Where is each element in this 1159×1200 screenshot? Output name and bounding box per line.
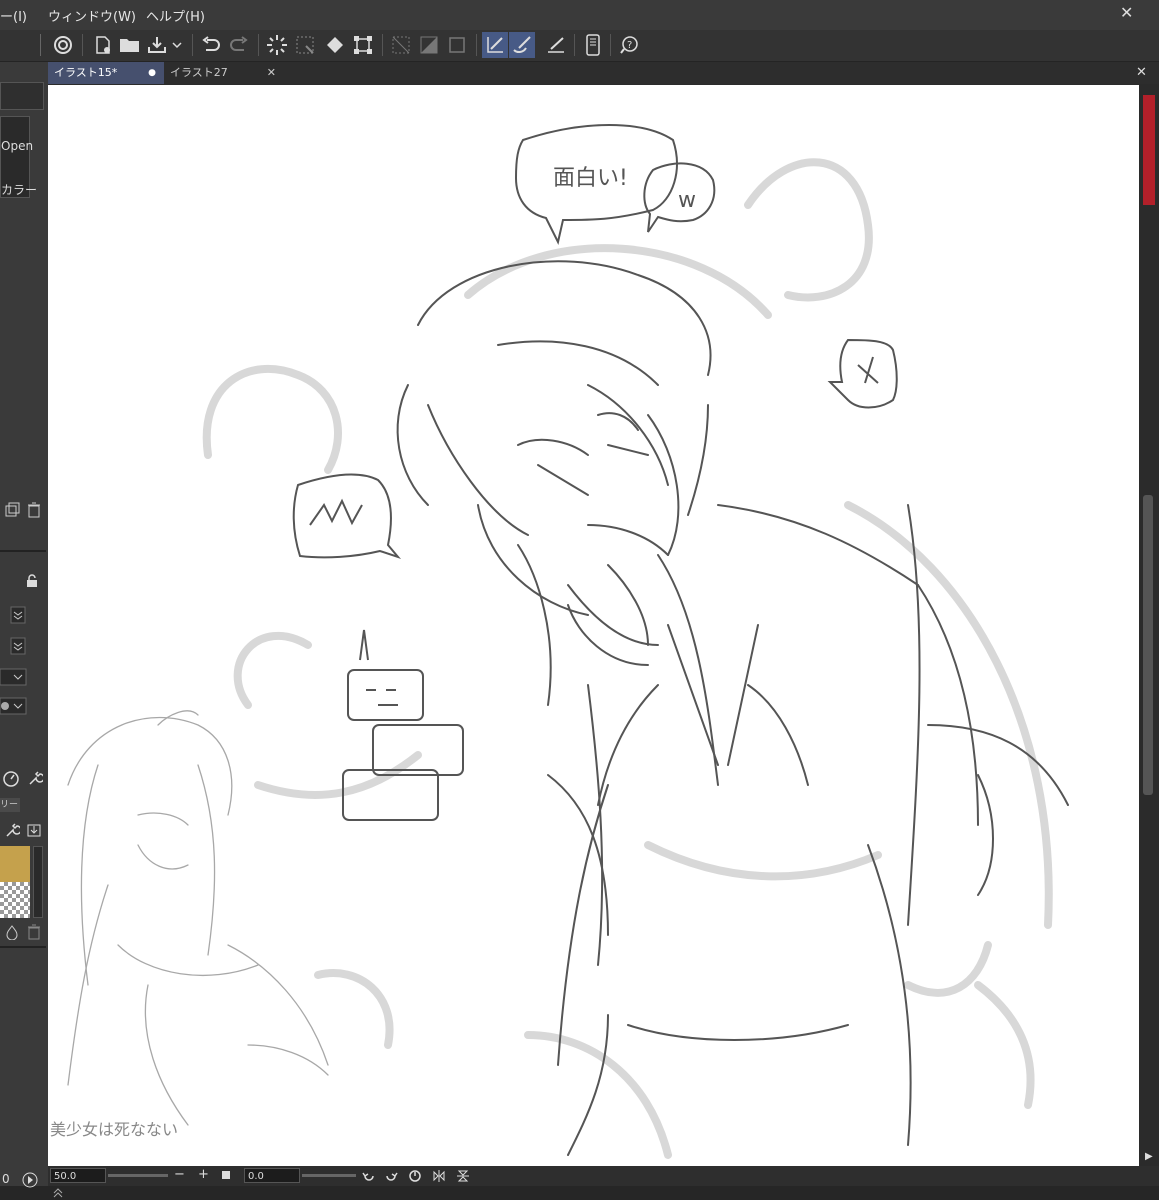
fit-button[interactable] <box>222 1171 230 1179</box>
transform-icon[interactable] <box>350 32 376 58</box>
sub-tool-header[interactable] <box>0 82 44 110</box>
toolbar-separator <box>82 34 83 56</box>
zoom-in-button[interactable]: + <box>198 1167 209 1182</box>
wrench-icon[interactable] <box>27 770 43 786</box>
toolbar-separator <box>574 34 575 56</box>
bottom-strip: 0 <box>0 1172 1159 1200</box>
clear-icon[interactable] <box>264 32 290 58</box>
tab-close-button[interactable]: ✕ <box>267 62 276 84</box>
drop-icon[interactable] <box>4 924 20 940</box>
wrench-icon[interactable] <box>4 822 20 838</box>
left-panel: Open カラー リー <box>0 62 48 1200</box>
menu-bar: ー(I) ウィンドウ(W) ヘルプ(H) ✕ <box>0 0 1159 30</box>
save-icon[interactable] <box>144 32 170 58</box>
flip-horizontal-icon[interactable] <box>432 1169 446 1183</box>
modified-dot-icon: ● <box>148 68 156 78</box>
rotation-field[interactable]: 0.0 <box>244 1168 300 1183</box>
swatch-scrollbar[interactable] <box>33 846 43 918</box>
tab-label: イラスト27 <box>170 66 228 79</box>
toolbar-separator <box>192 34 193 56</box>
smartphone-icon[interactable] <box>580 32 606 58</box>
scroll-thumb[interactable] <box>1143 495 1153 795</box>
fill-icon[interactable] <box>322 32 348 58</box>
settings-dial-icon[interactable] <box>2 770 20 788</box>
tab-label: イラスト15* <box>54 66 118 79</box>
menu-window[interactable]: ウィンドウ(W) <box>48 6 136 25</box>
handwritten-caption: 美少女は死なない <box>50 1120 178 1139</box>
tab-illust15[interactable]: イラスト15* ● <box>48 62 164 84</box>
panel-divider <box>0 946 46 948</box>
color-swatch[interactable] <box>0 846 30 882</box>
open-folder-icon[interactable] <box>117 32 143 58</box>
menu-layer[interactable]: ー(I) <box>0 6 27 25</box>
trash-icon[interactable] <box>27 502 41 518</box>
document-tab-bar: イラスト15* ● イラスト27 ✕ ✕ <box>48 62 1159 84</box>
toolbar-separator <box>476 34 477 56</box>
bubble-text-w: w <box>678 188 696 213</box>
clear-outside-selection-icon[interactable] <box>292 32 318 58</box>
snap-ruler-icon[interactable] <box>482 32 508 58</box>
scroll-right-arrow-icon[interactable]: ▶ <box>1145 1151 1153 1162</box>
rotate-right-icon[interactable] <box>384 1169 398 1183</box>
canvas-close-button[interactable]: ✕ <box>1136 62 1147 84</box>
red-stripe <box>1143 95 1155 205</box>
svg-text:?: ? <box>627 40 632 51</box>
sketch-artwork: 面白い! w 美少女は死なない <box>50 124 1069 1159</box>
copy-icon[interactable] <box>4 502 20 518</box>
undo-icon[interactable] <box>198 32 224 58</box>
tab-illust27[interactable]: イラスト27 ✕ <box>164 62 282 84</box>
rotation-slider[interactable] <box>302 1174 356 1177</box>
import-icon[interactable] <box>26 822 42 838</box>
zoom-field[interactable]: 50.0 <box>50 1168 106 1183</box>
zoom-slider[interactable] <box>108 1174 168 1177</box>
expand-up-icon[interactable] <box>52 1188 64 1198</box>
menu-help[interactable]: ヘルプ(H) <box>146 6 205 25</box>
snap-grid-icon[interactable] <box>543 32 569 58</box>
transparent-swatch[interactable] <box>0 882 30 918</box>
layer-tab[interactable]: リー <box>0 798 20 812</box>
bubble-text-omoshiroi: 面白い! <box>553 166 628 191</box>
reset-rotation-icon[interactable] <box>408 1169 422 1183</box>
help-search-icon[interactable]: ? <box>616 32 642 58</box>
toolbar-separator <box>382 34 383 56</box>
snap-special-ruler-icon[interactable] <box>509 32 535 58</box>
panel-divider <box>0 550 46 552</box>
brush-item-open[interactable]: Open <box>1 139 33 153</box>
toolbar-separator <box>610 34 611 56</box>
command-bar: ? <box>0 30 1159 62</box>
trash-icon[interactable] <box>27 924 41 940</box>
canvas-vertical-scrollbar[interactable]: ▶ <box>1139 85 1159 1166</box>
deselect-icon[interactable] <box>388 32 414 58</box>
flip-vertical-icon[interactable] <box>456 1169 470 1183</box>
new-file-icon[interactable] <box>90 32 116 58</box>
bottom-left-value: 0 <box>2 1172 10 1186</box>
drawing-canvas[interactable]: 面白い! w 美少女は死なない <box>48 85 1139 1166</box>
pressure-toggle-icon[interactable] <box>10 637 26 655</box>
lock-icon[interactable] <box>26 574 38 588</box>
save-dropdown-chevron-icon[interactable] <box>168 32 186 58</box>
brush-item-color[interactable]: カラー <box>1 181 37 198</box>
brush-shape-dropdown[interactable] <box>0 697 28 715</box>
rotate-left-icon[interactable] <box>362 1169 376 1183</box>
brush-list: Open カラー <box>0 116 37 198</box>
redo-icon[interactable] <box>226 32 252 58</box>
status-bar: 50.0 − + 0.0 <box>48 1166 1159 1186</box>
pressure-toggle-icon[interactable] <box>10 606 26 624</box>
play-icon[interactable] <box>22 1172 38 1188</box>
invert-selection-icon[interactable] <box>416 32 442 58</box>
app-logo-icon[interactable] <box>50 32 76 58</box>
blend-mode-dropdown[interactable] <box>0 668 28 686</box>
toolbar-separator <box>258 34 259 56</box>
toolbar-grip <box>40 34 41 56</box>
zoom-out-button[interactable]: − <box>174 1167 185 1182</box>
window-close-button[interactable]: ✕ <box>1120 3 1133 22</box>
show-selection-icon[interactable] <box>444 32 470 58</box>
